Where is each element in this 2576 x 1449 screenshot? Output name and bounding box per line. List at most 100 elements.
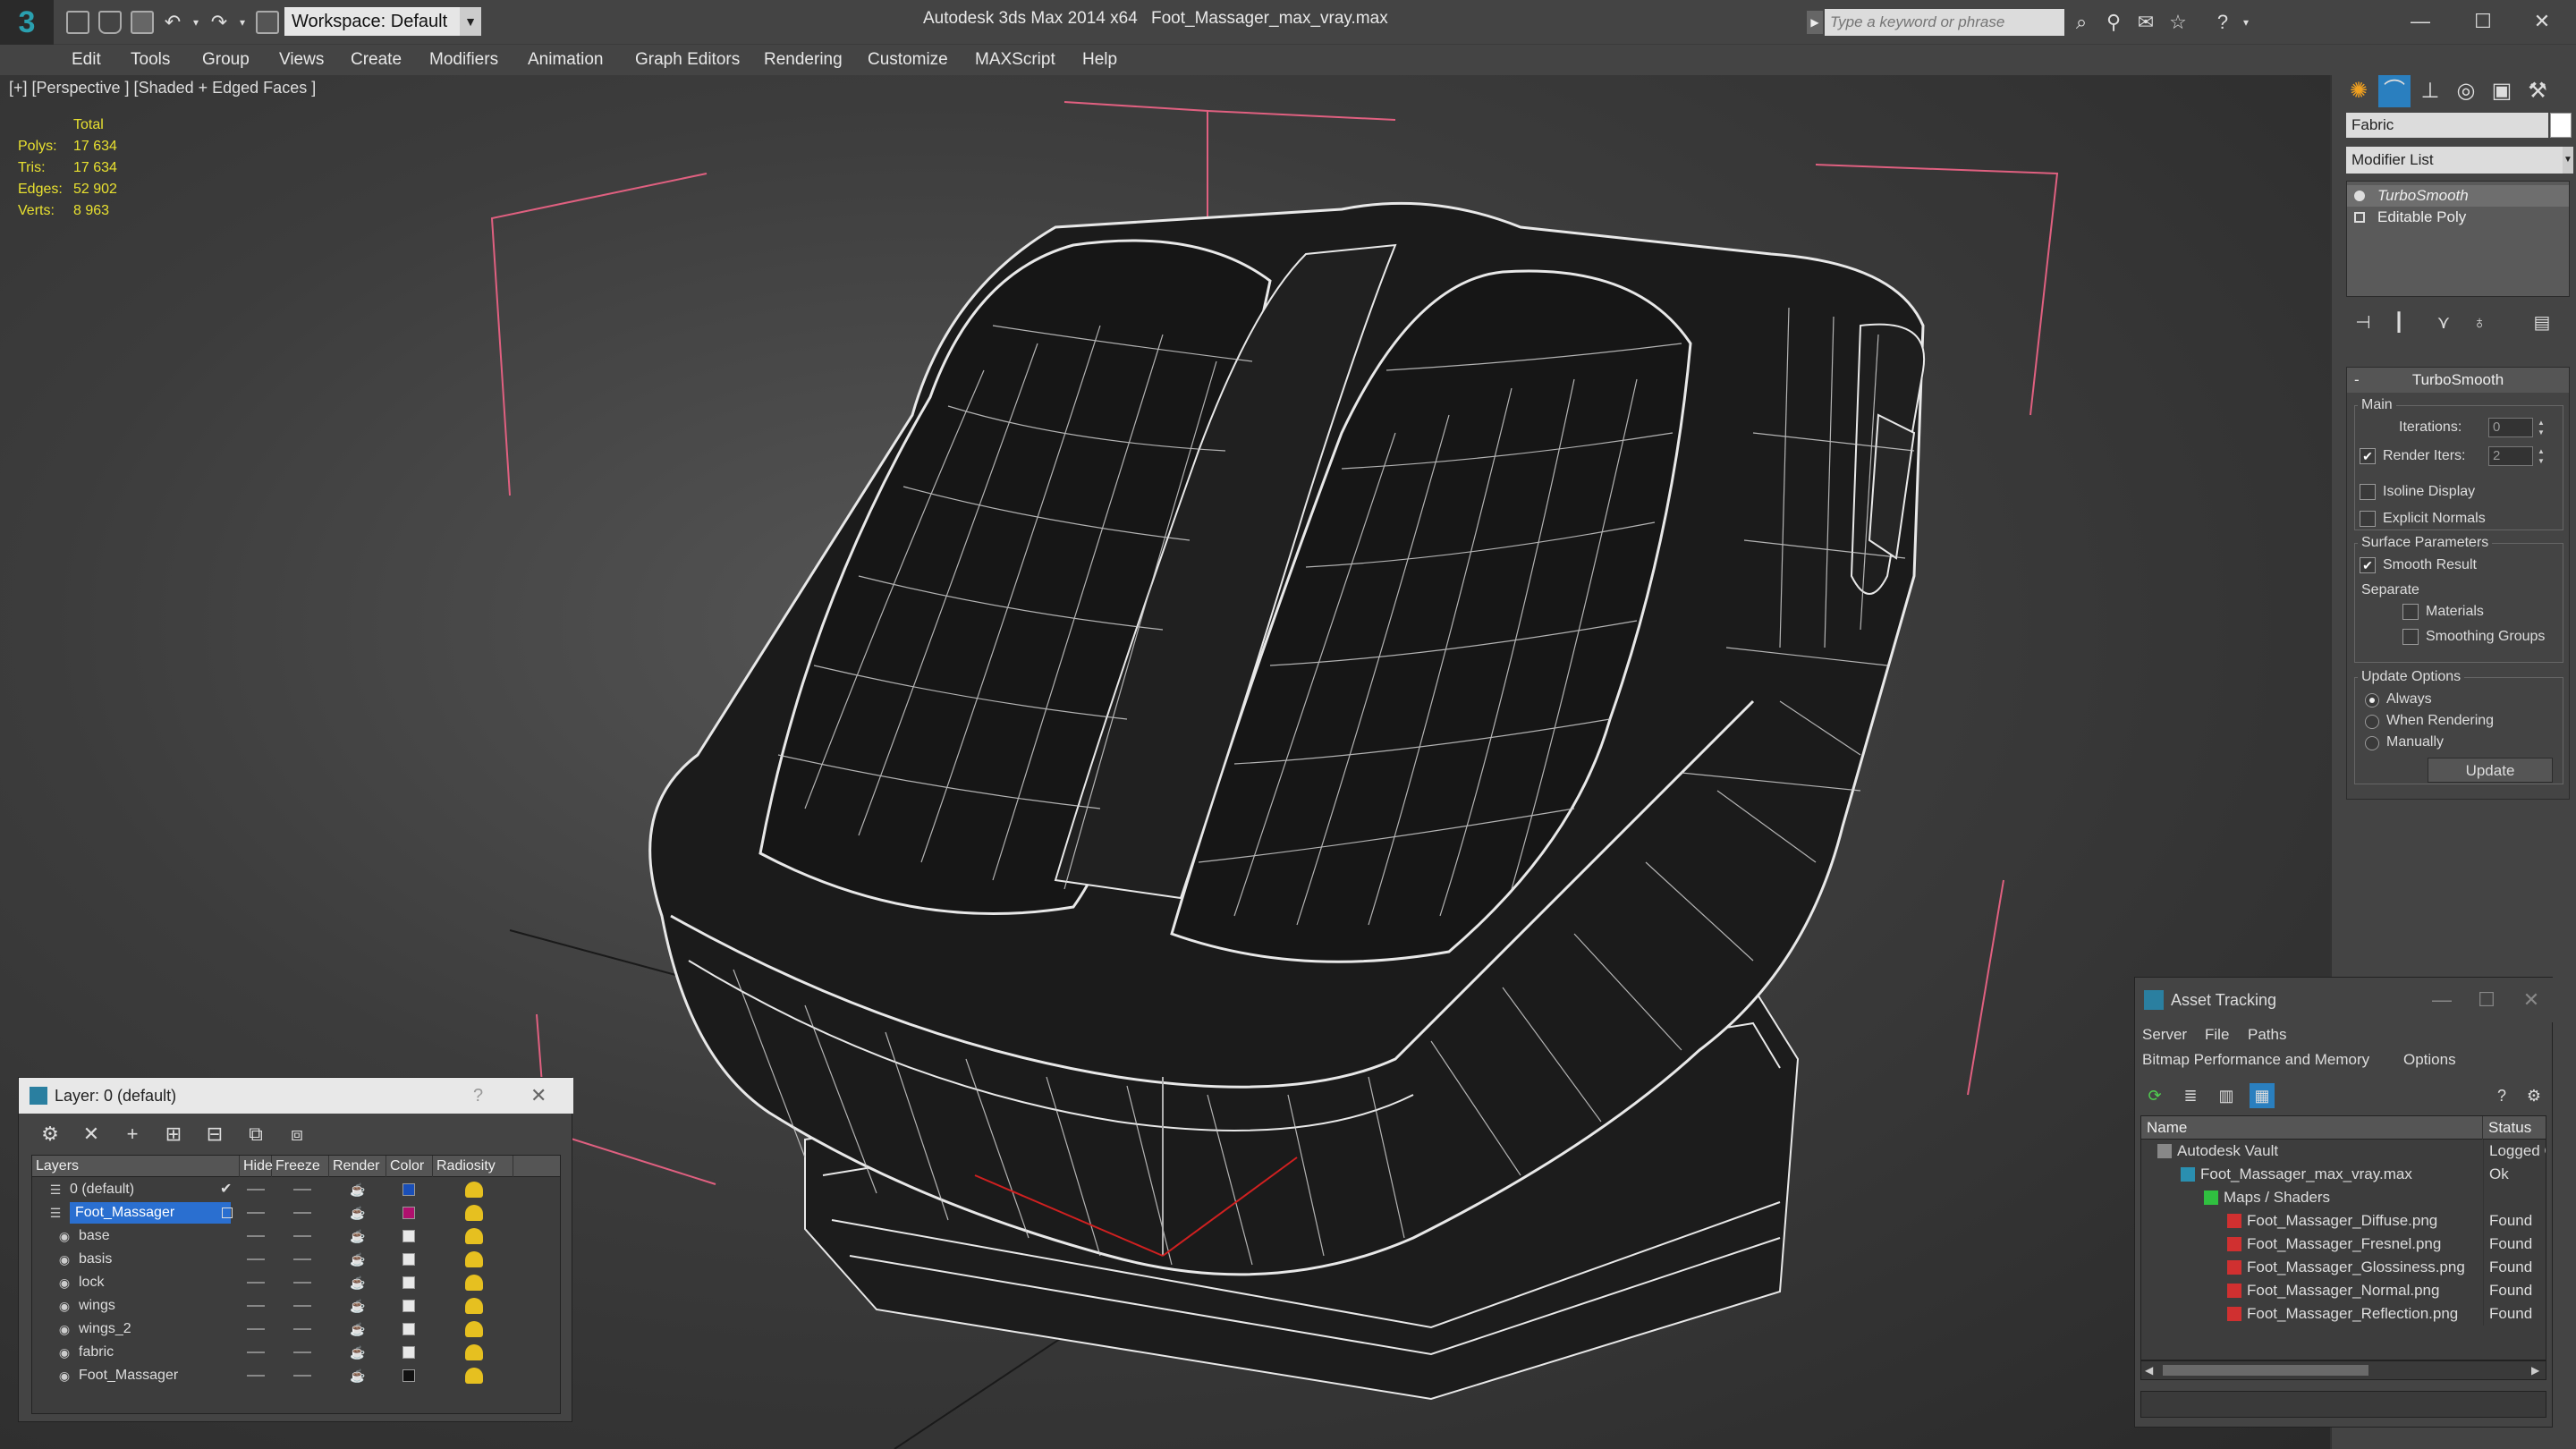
menu-maxscript[interactable]: MAXScript [975,45,1055,75]
col-color[interactable]: Color [386,1156,433,1177]
menu-server[interactable]: Server [2142,1022,2187,1047]
asset-row[interactable]: Maps / Shaders [2141,1186,2546,1209]
layer-row[interactable]: ☰ Foot_Massager ☕ [32,1202,560,1224]
freeze-toggle[interactable] [293,1352,311,1353]
layer-color-swatch[interactable] [402,1300,415,1312]
maximize-icon[interactable]: ☐ [2464,978,2509,1022]
utilities-tab-icon[interactable]: ⚒ [2521,75,2554,107]
render-teapot-icon[interactable]: ☕ [349,1299,367,1313]
explicit-normals-checkbox[interactable] [2360,511,2376,527]
col-name[interactable]: Name [2141,1116,2483,1140]
binoculars-icon[interactable]: ⌕ [2070,11,2093,34]
redo-dropdown-icon[interactable]: ▾ [231,11,254,34]
tree-view-icon[interactable]: ▥ [2214,1083,2239,1108]
menu-file[interactable]: File [2205,1022,2229,1047]
hide-toggle[interactable] [247,1282,265,1284]
menu-paths[interactable]: Paths [2248,1022,2286,1047]
select-in-layer-icon[interactable]: ⊟ [201,1121,228,1148]
freeze-toggle[interactable] [293,1258,311,1260]
layer-settings-icon[interactable]: ⚙ [37,1121,64,1148]
undo-dropdown-icon[interactable]: ▾ [184,11,208,34]
minimize-icon[interactable]: — [2394,4,2447,39]
show-end-result-icon[interactable]: ┃ [2385,309,2412,336]
search-input[interactable] [1825,9,2064,36]
render-teapot-icon[interactable]: ☕ [349,1275,367,1290]
layer-row[interactable]: ◉ base ☕ [32,1225,560,1247]
undo-icon[interactable]: ↶ [161,11,184,34]
redo-icon[interactable]: ↷ [208,11,231,34]
freeze-toggle[interactable] [293,1375,311,1377]
menu-modifiers[interactable]: Modifiers [429,45,498,75]
table-view-icon[interactable]: ▦ [2250,1083,2275,1108]
smoothing-groups-checkbox[interactable] [2402,629,2419,645]
col-status[interactable]: Status [2483,1116,2546,1140]
freeze-toggle[interactable] [293,1189,311,1191]
app-logo-icon[interactable]: 3 [0,0,54,45]
layer-row[interactable]: ◉ wings_2 ☕ [32,1318,560,1340]
manually-radio[interactable] [2365,736,2379,750]
favorites-star-icon[interactable]: ☆ [2166,11,2190,34]
render-teapot-icon[interactable]: ☕ [349,1252,367,1267]
asset-row[interactable]: Foot_Massager_Glossiness.png Found [2141,1256,2546,1279]
layer-color-swatch[interactable] [402,1230,415,1242]
make-unique-icon[interactable]: ⋎ [2430,309,2457,336]
asset-row[interactable]: Autodesk Vault Logged Out [2141,1140,2546,1163]
col-freeze[interactable]: Freeze [272,1156,329,1177]
menu-options[interactable]: Options [2403,1047,2456,1072]
hide-toggle[interactable] [247,1235,265,1237]
layer-row[interactable]: ◉ lock ☕ [32,1272,560,1293]
isoline-display-checkbox[interactable] [2360,484,2376,500]
asset-row[interactable]: Foot_Massager_Normal.png Found [2141,1279,2546,1302]
scroll-left-icon[interactable]: ◀ [2145,1361,2153,1379]
freeze-toggle[interactable] [293,1328,311,1330]
menu-customize[interactable]: Customize [868,45,948,75]
materials-checkbox[interactable] [2402,604,2419,620]
current-layer-checkmark-icon[interactable]: ✔ [220,1179,232,1200]
freeze-toggle[interactable] [293,1212,311,1214]
chevron-down-icon[interactable]: ▼ [2563,147,2573,174]
layer-color-swatch[interactable] [402,1207,415,1219]
radiosity-lightbulb-icon[interactable] [465,1251,483,1267]
layer-row[interactable]: ◉ wings ☕ [32,1295,560,1317]
spinner-arrows-icon[interactable]: ▲ ▼ [2535,446,2547,466]
display-tab-icon[interactable]: ▣ [2486,75,2518,107]
save-file-icon[interactable] [131,11,154,34]
rollout-header[interactable]: - TurboSmooth [2347,368,2569,393]
hierarchy-tab-icon[interactable]: ⊥ [2414,75,2446,107]
scrollbar-thumb[interactable] [2163,1365,2368,1376]
menu-tools[interactable]: Tools [131,45,170,75]
layer-color-swatch[interactable] [402,1253,415,1266]
layer-row[interactable]: ◉ Foot_Massager ☕ [32,1365,560,1386]
viewport-label[interactable]: [+] [Perspective ] [Shaded + Edged Faces… [9,79,316,97]
render-teapot-icon[interactable]: ☕ [349,1229,367,1243]
close-icon[interactable]: ✕ [2509,978,2554,1022]
chevron-down-icon[interactable]: ▼ [460,7,481,36]
new-file-icon[interactable] [66,11,89,34]
radiosity-lightbulb-icon[interactable] [465,1298,483,1314]
menu-create[interactable]: Create [351,45,402,75]
set-current-box-icon[interactable] [222,1208,233,1218]
render-teapot-icon[interactable]: ☕ [349,1322,367,1336]
delete-layer-icon[interactable]: ✕ [78,1121,105,1148]
smooth-result-checkbox[interactable]: ✔ [2360,557,2376,573]
modifier-list-dropdown[interactable]: Modifier List [2346,147,2563,174]
close-icon[interactable]: ✕ [2515,4,2569,39]
menu-edit[interactable]: Edit [72,45,101,75]
spinner-arrows-icon[interactable]: ▲ ▼ [2535,418,2547,437]
radiosity-lightbulb-icon[interactable] [465,1368,483,1384]
options-icon[interactable]: ⚙ [2521,1083,2546,1108]
layer-name[interactable]: Foot_Massager [79,1365,178,1386]
layer-row[interactable]: ☰ 0 (default) ✔ ☕ [32,1179,560,1200]
layer-color-swatch[interactable] [402,1369,415,1382]
layer-color-swatch[interactable] [402,1276,415,1289]
render-teapot-icon[interactable]: ☕ [349,1182,367,1197]
freeze-toggle[interactable] [293,1305,311,1307]
update-button[interactable]: Update [2428,758,2553,783]
radiosity-lightbulb-icon[interactable] [465,1205,483,1221]
layer-name[interactable]: 0 (default) [70,1179,134,1200]
add-layer-icon[interactable]: + [119,1121,146,1148]
help-dropdown-icon[interactable]: ▾ [2234,11,2258,34]
list-view-icon[interactable]: ≣ [2178,1083,2203,1108]
menu-rendering[interactable]: Rendering [764,45,843,75]
hide-toggle[interactable] [247,1375,265,1377]
